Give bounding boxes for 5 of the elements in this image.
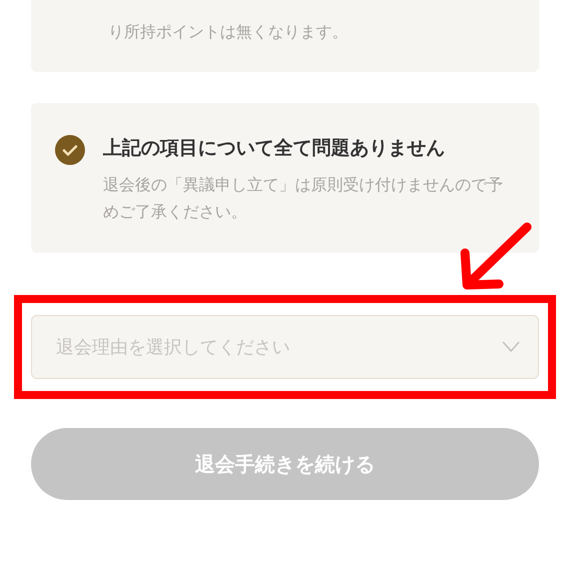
checkbox-icon[interactable] (55, 135, 85, 165)
confirm-title: 上記の項目について全て問題ありません (103, 136, 446, 161)
confirm-note: 退会後の「異議申し立て」は原則受け付けませんので予めご了承ください。 (103, 174, 504, 223)
notice-text: り所持ポイントは無くなります。 (108, 21, 349, 43)
chevron-down-icon (502, 341, 520, 353)
